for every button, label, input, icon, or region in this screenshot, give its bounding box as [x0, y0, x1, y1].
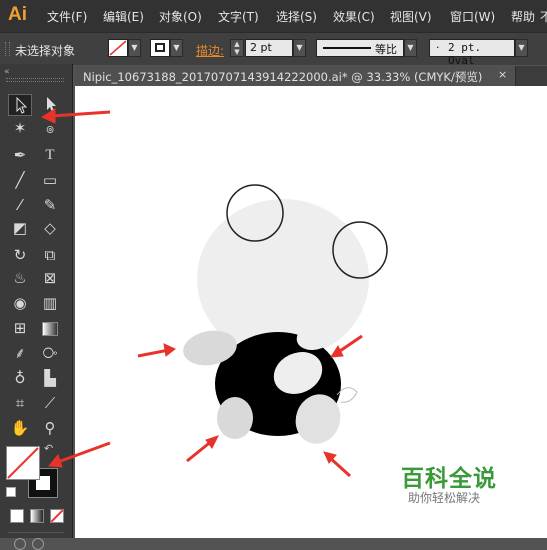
none-fill-icon	[7, 447, 39, 479]
artboard-canvas[interactable]: 百科全说 助你轻松解决	[75, 86, 547, 538]
draw-normal-icon[interactable]	[14, 538, 26, 550]
control-bar: 未选择对象 ▼ ▼ 描边: ▲ ▼ 2 pt ▼ 等比 ▼ · 2 pt. Ova…	[0, 32, 547, 67]
stroke-label[interactable]: 描边:	[196, 42, 224, 59]
menu-object[interactable]: 对象(O)	[159, 8, 202, 25]
symbol-sprayer-icon[interactable]: ♁	[8, 367, 32, 389]
direct-selection-icon[interactable]	[38, 94, 62, 116]
warp-icon[interactable]: ♨	[8, 267, 32, 289]
watermark-subtitle: 助你轻松解决	[408, 491, 481, 505]
document-tab-bar: Nipic_10673188_20170707143914222000.ai* …	[75, 66, 547, 86]
gradient-swatch-icon	[42, 322, 58, 336]
menu-help[interactable]: 帮助	[511, 8, 535, 25]
arrow-to-left-leg-head	[205, 435, 219, 449]
arrow-to-arm	[137, 348, 170, 358]
menu-type[interactable]: 文字(T)	[218, 8, 259, 25]
watermark-title: 百科全说	[401, 466, 497, 492]
rotate-icon[interactable]: ↻	[8, 244, 32, 266]
menu-select[interactable]: 选择(S)	[276, 8, 317, 25]
arrow-to-arm-head	[163, 343, 176, 357]
default-colors-icon[interactable]	[6, 487, 16, 497]
panda-leg-left[interactable]	[217, 397, 253, 439]
fill-swatch[interactable]	[108, 39, 128, 57]
zoom-icon[interactable]: ⚲	[38, 417, 62, 439]
menu-bar: Ai 文件(F) 编辑(E) 对象(O) 文字(T) 选择(S) 效果(C) 视…	[0, 0, 547, 32]
artboard-icon[interactable]: ⌗	[8, 392, 32, 414]
arrow-to-belly-head	[330, 344, 344, 358]
free-transform-icon[interactable]: ⊠	[38, 267, 62, 289]
mesh-icon[interactable]: ⊞	[8, 317, 32, 339]
profile-dropdown[interactable]: ▼	[404, 39, 417, 57]
none-fill-icon	[109, 40, 127, 56]
menu-effect[interactable]: 效果(C)	[333, 8, 375, 25]
panel-grip[interactable]	[5, 42, 10, 56]
blend-icon[interactable]: ⧂	[38, 342, 62, 364]
shape-builder-icon[interactable]: ◉	[8, 292, 32, 314]
gradient-mode-icon[interactable]	[30, 509, 44, 523]
pencil-icon[interactable]: ✎	[38, 194, 62, 216]
tools-panel: « ✶ ၜ ✒ T ╱ ▭ ⁄ ✎ ◩ ◇ ↻ ⧉ ♨ ⊠ ◉ ▥ ⊞ ⸙ ⧂ …	[0, 64, 73, 550]
magic-wand-icon[interactable]: ✶	[8, 117, 32, 139]
profile-line-icon	[323, 47, 371, 49]
toolbar-divider	[8, 532, 64, 533]
stroke-swatch[interactable]	[150, 39, 170, 57]
line-icon[interactable]: ╱	[8, 169, 32, 191]
pen-icon[interactable]: ✒	[8, 144, 32, 166]
none-slash-icon	[51, 510, 63, 522]
swap-colors-icon[interactable]: ↶	[44, 442, 53, 455]
close-icon[interactable]: ×	[498, 68, 507, 81]
column-graph-icon[interactable]: ▙	[38, 367, 62, 389]
brush-label: 2 pt. Oval	[448, 41, 482, 67]
eyedropper-icon[interactable]: ⸙	[8, 342, 32, 364]
type-icon[interactable]: T	[38, 144, 62, 166]
panel-grip[interactable]	[6, 78, 64, 82]
menu-file[interactable]: 文件(F)	[47, 8, 87, 25]
color-mode-icon[interactable]	[10, 509, 24, 523]
menu-window[interactable]: 窗口(W)	[450, 8, 495, 25]
selection-icon[interactable]	[8, 94, 32, 116]
scale-icon[interactable]: ⧉	[38, 244, 62, 266]
shaper-icon[interactable]: ◩	[8, 217, 32, 239]
collapse-icon[interactable]: «	[4, 67, 10, 77]
stroke-weight-dropdown[interactable]: ▼	[293, 39, 306, 57]
brush-dropdown[interactable]: ▼	[515, 39, 528, 57]
document-tab-title: Nipic_10673188_20170707143914222000.ai* …	[83, 70, 483, 84]
brush-definition[interactable]: · 2 pt. Oval	[429, 39, 515, 67]
stroke-dropdown[interactable]: ▼	[170, 39, 183, 57]
slice-icon[interactable]: ⟋	[38, 392, 62, 414]
stroke-weight-input[interactable]: 2 pt	[245, 39, 293, 57]
selection-status: 未选择对象	[15, 44, 76, 58]
rectangle-icon[interactable]: ▭	[38, 169, 62, 191]
paintbrush-icon[interactable]: ⁄	[8, 194, 32, 216]
profile-label: 等比	[375, 43, 397, 56]
app-logo: Ai	[8, 4, 27, 25]
menu-edit[interactable]: 编辑(E)	[103, 8, 144, 25]
stroke-weight-value: 2 pt	[250, 41, 272, 54]
draw-behind-icon[interactable]	[32, 538, 44, 550]
document-tab[interactable]: Nipic_10673188_20170707143914222000.ai* …	[75, 66, 516, 86]
menu-view[interactable]: 视图(V)	[390, 8, 432, 25]
lasso-icon[interactable]: ၜ	[38, 117, 62, 139]
brush-dot-icon: ·	[436, 41, 440, 54]
hand-icon[interactable]: ✋	[8, 417, 32, 439]
perspective-grid-icon[interactable]: ▥	[38, 292, 62, 314]
none-mode-icon[interactable]	[50, 509, 64, 523]
gradient-icon[interactable]	[38, 317, 62, 339]
fill-color-box[interactable]	[6, 446, 40, 480]
eraser-icon[interactable]: ◇	[38, 217, 62, 239]
stroke-square-icon	[155, 43, 165, 52]
fill-dropdown[interactable]: ▼	[128, 39, 141, 57]
menu-overflow[interactable]: 不	[540, 8, 547, 25]
stroke-weight-stepper[interactable]: ▲ ▼	[230, 39, 244, 57]
variable-width-profile[interactable]: 等比	[316, 39, 404, 57]
